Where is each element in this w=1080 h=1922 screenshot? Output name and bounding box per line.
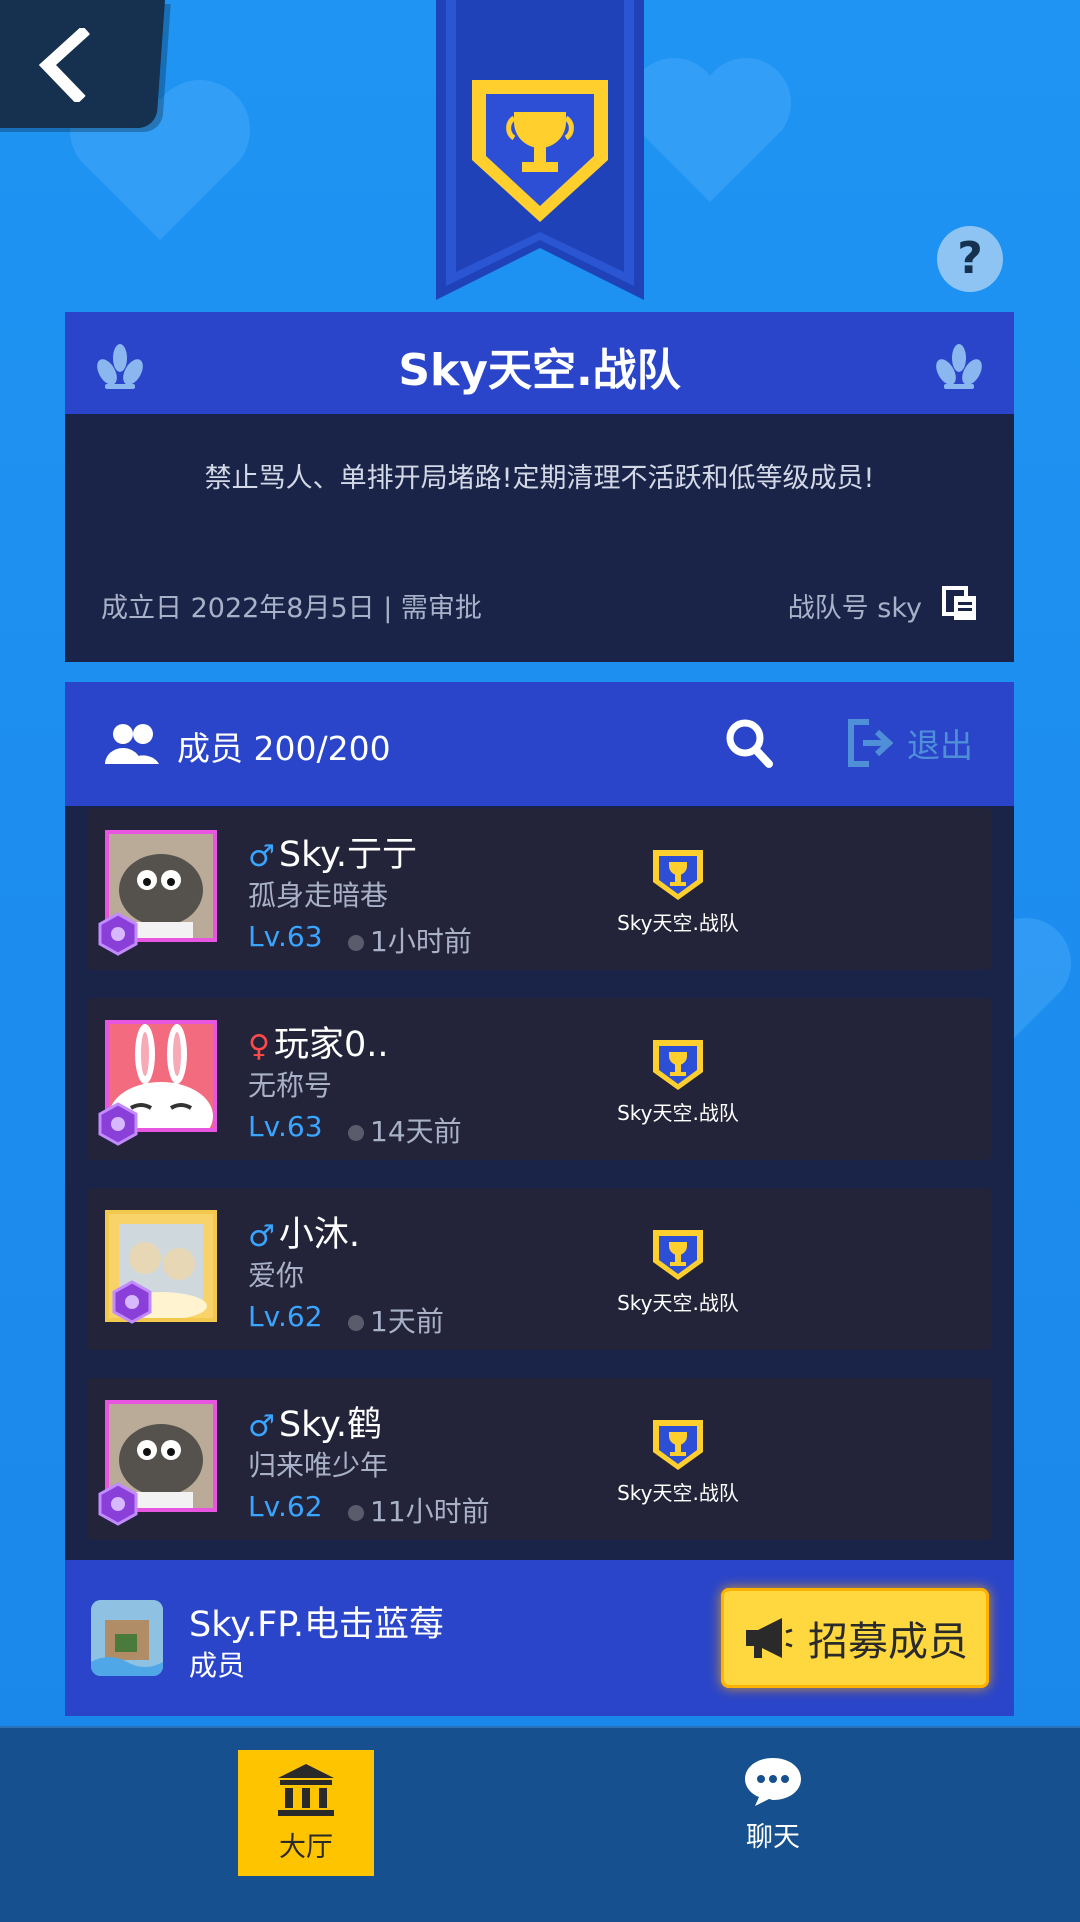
heart-pattern-icon: [629, 58, 791, 202]
member-level: Lv.63: [248, 1110, 323, 1143]
self-role: 成员: [189, 1649, 246, 1682]
member-team: Sky天空.战队: [608, 1416, 748, 1506]
team-info-panel: 禁止骂人、单排开局堵路!定期清理不活跃和低等级成员! 成立日 2022年8月5日…: [65, 414, 1014, 662]
tab-hall[interactable]: 大厅: [238, 1750, 374, 1876]
offline-dot: [348, 935, 364, 951]
chat-bubble-icon: [745, 1758, 801, 1806]
rank-badge-icon: [112, 1280, 152, 1324]
megaphone-icon: [746, 1618, 793, 1658]
member-title: 孤身走暗巷: [248, 879, 389, 912]
offline-dot: [348, 1505, 364, 1521]
tab-hall-label: 大厅: [279, 1832, 333, 1863]
castle-avatar-icon: [91, 1600, 163, 1676]
trophy-icon: [653, 850, 703, 900]
member-name: ♀ 玩家0..: [248, 1025, 389, 1065]
member-name: ♂ 小沐.: [248, 1215, 361, 1255]
team-number: 战队号 sky: [787, 593, 922, 624]
member-title: 归来唯少年: [248, 1449, 389, 1482]
member-title: 爱你: [248, 1259, 305, 1292]
member-row[interactable]: ♂ Sky.亍亍 孤身走暗巷 Lv.63 1小时前 Sky天空.战队: [88, 808, 991, 970]
search-icon[interactable]: [725, 718, 773, 768]
members-header: 成员 200/200 退出: [65, 682, 1014, 806]
quit-label: 退出: [907, 726, 973, 765]
member-row[interactable]: ♂ 小沐. 爱你 Lv.62 1天前 Sky天空.战队: [88, 1188, 991, 1350]
team-name: Sky天空.战队: [398, 345, 681, 396]
self-name: Sky.FP.电击蓝莓: [189, 1605, 444, 1645]
trophy-icon: [653, 1040, 703, 1090]
member-last-seen: 1天前: [348, 1300, 444, 1340]
trophy-icon: [653, 1420, 703, 1470]
trophy-icon: [653, 1230, 703, 1280]
member-level: Lv.62: [248, 1300, 323, 1333]
member-count: 成员 200/200: [177, 729, 391, 768]
team-header: Sky天空.战队: [65, 312, 1014, 414]
exit-icon: [848, 719, 894, 767]
member-title: 无称号: [248, 1069, 333, 1102]
member-last-seen: 14天前: [348, 1110, 462, 1150]
member-row[interactable]: ♀ 玩家0.. 无称号 Lv.63 14天前 Sky天空.战队: [88, 998, 991, 1160]
copy-icon[interactable]: [942, 586, 978, 622]
member-level: Lv.62: [248, 1490, 323, 1523]
hall-building-icon: [278, 1764, 334, 1816]
offline-dot: [348, 1125, 364, 1141]
member-last-seen: 11小时前: [348, 1490, 490, 1530]
member-team: Sky天空.战队: [608, 1226, 748, 1316]
members-icon: [105, 724, 159, 764]
member-level: Lv.63: [248, 920, 323, 953]
help-button[interactable]: ?: [937, 226, 1003, 292]
member-team: Sky天空.战队: [608, 846, 748, 936]
team-founded-date: 成立日 2022年8月5日 | 需审批: [101, 593, 482, 624]
rank-badge-icon: [98, 912, 138, 956]
gender-male-icon: ♂: [248, 1219, 275, 1254]
chevron-left-icon: [38, 28, 91, 102]
recruit-label: 招募成员: [808, 1619, 968, 1665]
gender-male-icon: ♂: [248, 839, 275, 874]
self-avatar: [91, 1600, 163, 1676]
quit-team-button[interactable]: 退出: [847, 718, 973, 768]
recruit-members-button[interactable]: 招募成员: [721, 1588, 989, 1688]
member-last-seen: 1小时前: [348, 920, 472, 960]
gender-female-icon: ♀: [248, 1029, 270, 1064]
offline-dot: [348, 1315, 364, 1331]
back-button[interactable]: [0, 0, 166, 128]
member-name: ♂ Sky.亍亍: [248, 835, 417, 875]
self-member-bar: Sky.FP.电击蓝莓 成员 招募成员: [65, 1560, 1014, 1716]
member-team: Sky天空.战队: [608, 1036, 748, 1126]
rank-badge-icon: [98, 1482, 138, 1526]
team-trophy-ribbon: [436, 0, 644, 300]
bottom-tab-bar: 大厅 聊天: [0, 1726, 1080, 1922]
member-row[interactable]: ♂ Sky.鹤 归来唯少年 Lv.62 11小时前 Sky天空.战队: [88, 1378, 991, 1540]
tab-chat-label: 聊天: [746, 1822, 800, 1853]
team-slogan: 禁止骂人、单排开局堵路!定期清理不活跃和低等级成员!: [204, 463, 875, 494]
laurel-right-icon: [936, 344, 982, 389]
member-name: ♂ Sky.鹤: [248, 1405, 382, 1445]
gender-male-icon: ♂: [248, 1409, 275, 1444]
member-list[interactable]: ♂ Sky.亍亍 孤身走暗巷 Lv.63 1小时前 Sky天空.战队 ♀ 玩家0..…: [65, 806, 1014, 1560]
tab-chat[interactable]: 聊天: [710, 1756, 836, 1854]
rank-badge-icon: [98, 1102, 138, 1146]
